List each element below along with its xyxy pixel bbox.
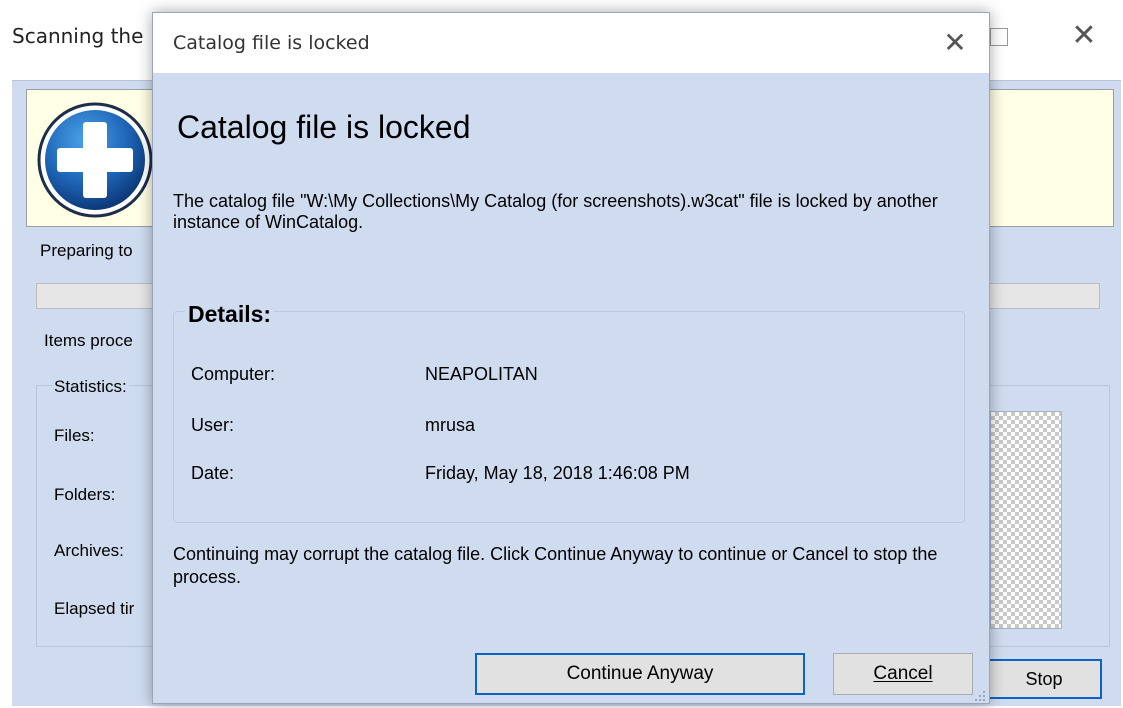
- stop-button[interactable]: Stop: [986, 659, 1102, 699]
- dialog-message: The catalog file "W:\My Collections\My C…: [173, 191, 938, 232]
- warning-message: Continuing may corrupt the catalog file.…: [173, 544, 938, 587]
- preview-placeholder: [990, 411, 1062, 629]
- dialog-window-title: Catalog file is locked: [173, 32, 370, 54]
- files-label: Files:: [54, 426, 95, 445]
- computer-value: NEAPOLITAN: [425, 364, 538, 384]
- cancel-button-label: Cancel: [873, 663, 933, 684]
- date-value: Friday, May 18, 2018 1:46:08 PM: [425, 463, 690, 483]
- user-label: User:: [191, 415, 235, 435]
- dialog-heading: Catalog file is locked: [177, 109, 471, 145]
- close-icon[interactable]: ✕: [935, 23, 975, 63]
- details-group: [173, 311, 965, 523]
- catalog-locked-dialog: Catalog file is locked ✕ Catalog file is…: [152, 12, 990, 704]
- computer-label: Computer:: [191, 364, 276, 384]
- background-close-icon[interactable]: ✕: [1062, 14, 1106, 58]
- details-heading: Details:: [185, 301, 275, 328]
- maximize-icon[interactable]: [990, 28, 1008, 46]
- user-value: mrusa: [425, 415, 476, 435]
- medical-plus-icon: [37, 102, 153, 218]
- preparing-label: Preparing to: [40, 241, 133, 260]
- archives-label: Archives:: [54, 541, 124, 560]
- items-processed-label: Items proce: [44, 331, 133, 350]
- statistics-label: Statistics:: [52, 377, 129, 397]
- background-window-title: Scanning the: [12, 24, 144, 48]
- elapsed-time-label: Elapsed tir: [54, 599, 135, 618]
- resize-grip-icon[interactable]: [973, 689, 987, 701]
- folders-label: Folders:: [54, 485, 116, 504]
- cancel-button[interactable]: Cancel: [833, 653, 973, 695]
- dialog-titlebar: Catalog file is locked ✕: [153, 13, 989, 73]
- date-label: Date:: [191, 463, 235, 483]
- continue-anyway-button[interactable]: Continue Anyway: [475, 653, 805, 695]
